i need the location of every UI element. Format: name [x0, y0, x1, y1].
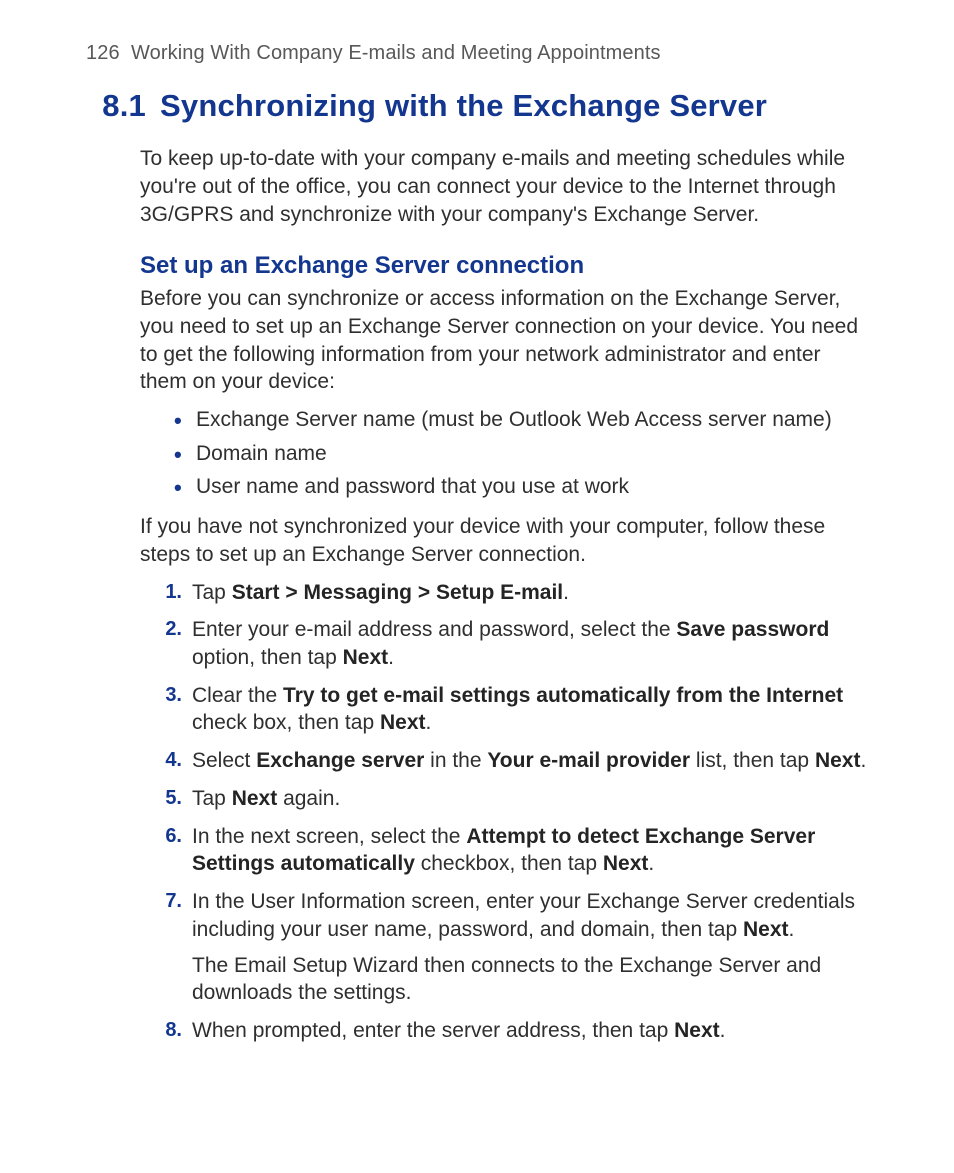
step-number: 5.	[154, 785, 182, 811]
step-item: 7. In the User Information screen, enter…	[154, 888, 868, 1007]
section-title-text: Synchronizing with the Exchange Server	[160, 88, 767, 123]
page-number: 126	[86, 42, 120, 64]
step-number: 4.	[154, 747, 182, 773]
step-text: When prompted, enter the server address,…	[192, 1019, 725, 1042]
step-text: In the next screen, select the Attempt t…	[192, 825, 815, 876]
step-text: Clear the Try to get e-mail settings aut…	[192, 684, 843, 735]
step-number: 3.	[154, 682, 182, 708]
section-title: 8.1 Synchronizing with the Exchange Serve…	[86, 86, 868, 127]
step-item: 6. In the next screen, select the Attemp…	[154, 823, 868, 878]
step-number: 6.	[154, 823, 182, 849]
step-text: Tap Next again.	[192, 787, 340, 810]
step-item: 8. When prompted, enter the server addre…	[154, 1017, 868, 1045]
step-text: Select Exchange server in the Your e-mai…	[192, 749, 866, 772]
subsection-title: Set up an Exchange Server connection	[140, 250, 868, 282]
list-item: Exchange Server name (must be Outlook We…	[174, 406, 868, 434]
page-header: 126 Working With Company E-mails and Mee…	[86, 40, 868, 66]
step-number: 1.	[154, 579, 182, 605]
section-intro: To keep up-to-date with your company e-m…	[140, 145, 868, 228]
step-text: Enter your e-mail address and password, …	[192, 618, 829, 669]
list-item: Domain name	[174, 440, 868, 468]
step-text: In the User Information screen, enter yo…	[192, 890, 855, 941]
steps-list: 1. Tap Start > Messaging > Setup E-mail.…	[154, 579, 868, 1045]
list-item: User name and password that you use at w…	[174, 473, 868, 501]
step-number: 2.	[154, 616, 182, 642]
step-item: 5. Tap Next again.	[154, 785, 868, 813]
section-number: 8.1	[86, 86, 146, 127]
step-item: 1. Tap Start > Messaging > Setup E-mail.	[154, 579, 868, 607]
step-text: Tap Start > Messaging > Setup E-mail.	[192, 581, 569, 604]
step-number: 8.	[154, 1017, 182, 1043]
after-bullets-para: If you have not synchronized your device…	[140, 513, 868, 568]
info-bullet-list: Exchange Server name (must be Outlook We…	[174, 406, 868, 501]
step-item: 3. Clear the Try to get e-mail settings …	[154, 682, 868, 737]
subsection-intro: Before you can synchronize or access inf…	[140, 285, 868, 396]
step-followup: The Email Setup Wizard then connects to …	[192, 952, 868, 1007]
step-item: 4. Select Exchange server in the Your e-…	[154, 747, 868, 775]
chapter-title: Working With Company E-mails and Meeting…	[131, 42, 661, 64]
step-item: 2. Enter your e-mail address and passwor…	[154, 616, 868, 671]
step-number: 7.	[154, 888, 182, 914]
